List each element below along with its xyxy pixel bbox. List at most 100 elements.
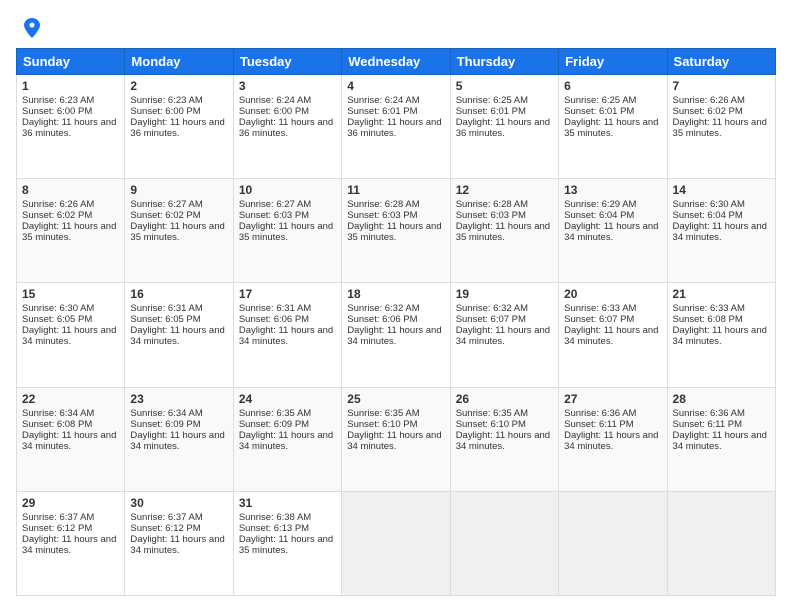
calendar-cell: 28 Sunrise: 6:36 AMSunset: 6:11 PMDayligh…	[667, 387, 775, 491]
sunrise: Sunrise: 6:32 AM	[347, 303, 419, 314]
calendar-cell: 23Sunrise: 6:34 AMSunset: 6:09 PMDayligh…	[125, 387, 233, 491]
sunset: Sunset: 6:12 PM	[130, 523, 200, 534]
day-number: 21	[673, 287, 770, 301]
daylight: Daylight: 11 hours and 34 minutes.	[456, 325, 550, 347]
day-number: 17	[239, 287, 336, 301]
sunrise: Sunrise: 6:29 AM	[564, 199, 636, 210]
daylight: Daylight: 11 hours and 36 minutes.	[456, 117, 550, 139]
daylight: Daylight: 11 hours and 36 minutes.	[130, 117, 224, 139]
calendar-cell: 19Sunrise: 6:32 AMSunset: 6:07 PMDayligh…	[450, 283, 558, 387]
sunrise: Sunrise: 6:31 AM	[239, 303, 311, 314]
day-number: 28	[673, 392, 770, 406]
day-number: 9	[130, 183, 227, 197]
sunrise: Sunrise: 6:35 AM	[239, 408, 311, 419]
calendar-cell: 1Sunrise: 6:23 AMSunset: 6:00 PMDaylight…	[17, 75, 125, 179]
sunset: Sunset: 6:01 PM	[564, 106, 634, 117]
sunset: Sunset: 6:02 PM	[673, 106, 743, 117]
sunrise: Sunrise: 6:34 AM	[130, 408, 202, 419]
sunset: Sunset: 6:03 PM	[347, 210, 417, 221]
day-number: 8	[22, 183, 119, 197]
sunrise: Sunrise: 6:26 AM	[22, 199, 94, 210]
calendar-cell: 13Sunrise: 6:29 AMSunset: 6:04 PMDayligh…	[559, 179, 667, 283]
sunrise: Sunrise: 6:23 AM	[22, 95, 94, 106]
sunset: Sunset: 6:05 PM	[130, 314, 200, 325]
sunrise: Sunrise: 6:34 AM	[22, 408, 94, 419]
col-header-thursday: Thursday	[450, 49, 558, 75]
calendar-cell: 9Sunrise: 6:27 AMSunset: 6:02 PMDaylight…	[125, 179, 233, 283]
sunset: Sunset: 6:07 PM	[456, 314, 526, 325]
daylight: Daylight: 11 hours and 34 minutes.	[673, 430, 767, 452]
week-row-3: 15Sunrise: 6:30 AMSunset: 6:05 PMDayligh…	[17, 283, 776, 387]
sunset: Sunset: 6:10 PM	[456, 419, 526, 430]
sunset: Sunset: 6:00 PM	[239, 106, 309, 117]
calendar-cell: 16Sunrise: 6:31 AMSunset: 6:05 PMDayligh…	[125, 283, 233, 387]
col-header-wednesday: Wednesday	[342, 49, 450, 75]
col-header-tuesday: Tuesday	[233, 49, 341, 75]
sunset: Sunset: 6:03 PM	[456, 210, 526, 221]
calendar-cell: 11Sunrise: 6:28 AMSunset: 6:03 PMDayligh…	[342, 179, 450, 283]
daylight: Daylight: 11 hours and 36 minutes.	[347, 117, 441, 139]
calendar-cell: 27Sunrise: 6:36 AMSunset: 6:11 PMDayligh…	[559, 387, 667, 491]
sunset: Sunset: 6:09 PM	[130, 419, 200, 430]
sunset: Sunset: 6:03 PM	[239, 210, 309, 221]
calendar-cell: 2Sunrise: 6:23 AMSunset: 6:00 PMDaylight…	[125, 75, 233, 179]
sunset: Sunset: 6:00 PM	[22, 106, 92, 117]
day-number: 1	[22, 79, 119, 93]
sunrise: Sunrise: 6:25 AM	[564, 95, 636, 106]
day-number: 12	[456, 183, 553, 197]
sunrise: Sunrise: 6:28 AM	[456, 199, 528, 210]
calendar-cell	[559, 491, 667, 595]
calendar-cell: 14Sunrise: 6:30 AMSunset: 6:04 PMDayligh…	[667, 179, 775, 283]
sunrise: Sunrise: 6:30 AM	[22, 303, 94, 314]
calendar-cell: 22Sunrise: 6:34 AMSunset: 6:08 PMDayligh…	[17, 387, 125, 491]
day-number: 6	[564, 79, 661, 93]
daylight: Daylight: 11 hours and 34 minutes.	[564, 325, 658, 347]
week-row-4: 22Sunrise: 6:34 AMSunset: 6:08 PMDayligh…	[17, 387, 776, 491]
calendar-cell: 29Sunrise: 6:37 AMSunset: 6:12 PMDayligh…	[17, 491, 125, 595]
calendar-cell: 4 Sunrise: 6:24 AMSunset: 6:01 PMDaylight…	[342, 75, 450, 179]
calendar-cell: 21Sunrise: 6:33 AMSunset: 6:08 PMDayligh…	[667, 283, 775, 387]
day-number: 2	[130, 79, 227, 93]
sunset: Sunset: 6:09 PM	[239, 419, 309, 430]
sunrise: Sunrise: 6:30 AM	[673, 199, 745, 210]
daylight: Daylight: 11 hours and 34 minutes.	[673, 325, 767, 347]
sunrise: Sunrise: 6:32 AM	[456, 303, 528, 314]
day-number: 7	[673, 79, 770, 93]
daylight: Daylight: 11 hours and 35 minutes.	[456, 221, 550, 243]
sunset: Sunset: 6:01 PM	[347, 106, 417, 117]
calendar-cell	[667, 491, 775, 595]
sunrise: Sunrise: 6:38 AM	[239, 512, 311, 523]
calendar-cell: 10Sunrise: 6:27 AMSunset: 6:03 PMDayligh…	[233, 179, 341, 283]
daylight: Daylight: 11 hours and 34 minutes.	[564, 430, 658, 452]
sunset: Sunset: 6:08 PM	[673, 314, 743, 325]
sunset: Sunset: 6:05 PM	[22, 314, 92, 325]
sunset: Sunset: 6:02 PM	[22, 210, 92, 221]
day-number: 31	[239, 496, 336, 510]
day-number: 30	[130, 496, 227, 510]
calendar-cell	[450, 491, 558, 595]
day-number: 13	[564, 183, 661, 197]
daylight: Daylight: 11 hours and 36 minutes.	[239, 117, 333, 139]
calendar-cell: 18Sunrise: 6:32 AMSunset: 6:06 PMDayligh…	[342, 283, 450, 387]
day-number: 10	[239, 183, 336, 197]
sunrise: Sunrise: 6:25 AM	[456, 95, 528, 106]
calendar-cell: 20Sunrise: 6:33 AMSunset: 6:07 PMDayligh…	[559, 283, 667, 387]
day-number: 4	[347, 79, 444, 93]
sunset: Sunset: 6:12 PM	[22, 523, 92, 534]
sunrise: Sunrise: 6:28 AM	[347, 199, 419, 210]
calendar-cell: 12 Sunrise: 6:28 AMSunset: 6:03 PMDayligh…	[450, 179, 558, 283]
sunrise: Sunrise: 6:24 AM	[347, 95, 419, 106]
sunrise: Sunrise: 6:36 AM	[564, 408, 636, 419]
col-header-friday: Friday	[559, 49, 667, 75]
sunrise: Sunrise: 6:36 AM	[673, 408, 745, 419]
sunset: Sunset: 6:11 PM	[673, 419, 743, 430]
week-row-1: 1Sunrise: 6:23 AMSunset: 6:00 PMDaylight…	[17, 75, 776, 179]
calendar-cell: 31Sunrise: 6:38 AMSunset: 6:13 PMDayligh…	[233, 491, 341, 595]
day-number: 23	[130, 392, 227, 406]
sunset: Sunset: 6:06 PM	[239, 314, 309, 325]
calendar-cell: 3Sunrise: 6:24 AMSunset: 6:00 PMDaylight…	[233, 75, 341, 179]
day-number: 15	[22, 287, 119, 301]
sunrise: Sunrise: 6:27 AM	[130, 199, 202, 210]
sunset: Sunset: 6:06 PM	[347, 314, 417, 325]
daylight: Daylight: 11 hours and 34 minutes.	[130, 534, 224, 556]
